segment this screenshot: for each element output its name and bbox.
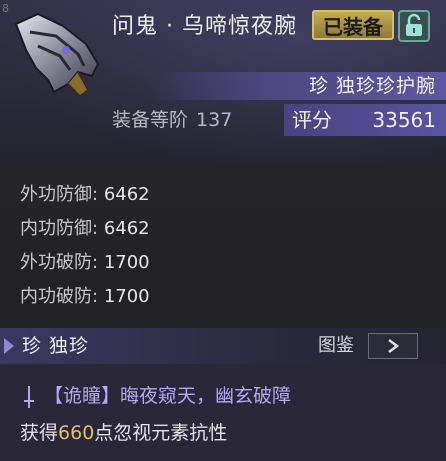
dagger-icon: [24, 386, 34, 408]
unlock-icon: [406, 13, 422, 36]
equipped-badge: 已装备: [312, 10, 394, 40]
tier-row: 装备等阶 137: [112, 106, 232, 134]
rarity-bar: 珍 独珍 图鉴: [0, 328, 446, 364]
stats-list: 外功防御: 6462 内功防御: 6462 外功破防: 1700 内功破防: 1…: [0, 170, 446, 320]
rarity-marker-icon: [4, 338, 14, 354]
item-name: 问鬼 · 乌啼惊夜腕: [112, 14, 297, 39]
stat-row: 外功破防: 1700: [20, 248, 150, 278]
stat-value: 6462: [103, 184, 150, 205]
tier-label: 装备等阶: [112, 109, 189, 131]
stat-value: 1700: [103, 286, 150, 307]
tier-value: 137: [196, 109, 233, 131]
item-type-label: 珍 独珍珍护腕: [308, 75, 436, 97]
atlas-button[interactable]: [368, 333, 418, 359]
effect-title: 【诡瞳】晦夜窥天，幽玄破障: [44, 385, 292, 407]
stat-label: 外功破防:: [20, 252, 99, 273]
rarity-label: 珍 独珍: [22, 335, 90, 357]
chevron-right-icon: [388, 339, 400, 353]
stat-label: 内功破防:: [20, 286, 99, 307]
score-value: 33561: [372, 108, 436, 132]
stat-label: 内功防御:: [20, 218, 99, 239]
stat-value: 6462: [103, 218, 150, 239]
gauntlet-icon: [14, 12, 100, 97]
effect-area: 【诡瞳】晦夜窥天，幽玄破障 获得660点忽视元素抗性: [0, 364, 446, 461]
effect-desc-prefix: 获得: [20, 422, 59, 444]
item-tooltip: 8 问鬼 · 乌啼惊夜腕 已装备 珍 独珍珍护腕 装备等阶 137 评分 335…: [0, 0, 446, 461]
stat-row: 内功破防: 1700: [20, 282, 150, 312]
item-header: 8 问鬼 · 乌啼惊夜腕 已装备 珍 独珍珍护腕 装备等阶 137 评分 335…: [0, 0, 446, 170]
effect-desc-suffix: 点忽视元素抗性: [94, 422, 228, 444]
stat-row: 内功防御: 6462: [20, 214, 150, 244]
score-label: 评分: [292, 108, 332, 132]
score-box: 评分 33561: [284, 104, 446, 136]
effect-desc-number: 660: [58, 422, 95, 444]
item-type-bar: 珍 独珍珍护腕: [150, 72, 446, 100]
stat-value: 1700: [103, 252, 150, 273]
stat-label: 外功防御:: [20, 184, 99, 205]
effect-description: 获得660点忽视元素抗性: [20, 419, 227, 447]
stat-row: 外功防御: 6462: [20, 180, 150, 210]
lock-button[interactable]: [398, 10, 430, 42]
atlas-label: 图鉴: [318, 335, 354, 356]
